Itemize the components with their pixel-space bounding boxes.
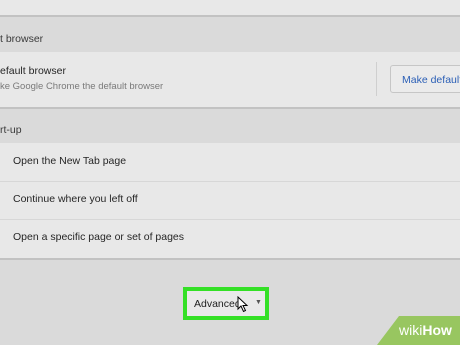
- vertical-divider: [376, 62, 377, 96]
- default-browser-title: efault browser: [0, 65, 66, 77]
- mouse-pointer-icon: [237, 296, 249, 313]
- startup-card: Open the New Tab page Continue where you…: [0, 143, 460, 258]
- watermark-prefix: wiki: [399, 322, 423, 338]
- startup-section-title: rt-up: [0, 124, 22, 136]
- default-browser-section-title: t browser: [0, 33, 44, 45]
- startup-option-continue[interactable]: Continue where you left off: [0, 181, 460, 219]
- startup-option-new-tab[interactable]: Open the New Tab page: [0, 143, 460, 181]
- startup-option-label: Open the New Tab page: [13, 155, 127, 167]
- default-browser-subtitle: ke Google Chrome the default browser: [0, 81, 164, 92]
- card-shadow: [0, 15, 460, 17]
- startup-option-label: Continue where you left off: [13, 193, 138, 205]
- startup-option-specific-pages[interactable]: Open a specific page or set of pages: [0, 219, 460, 257]
- chevron-down-icon: ▼: [255, 299, 262, 306]
- card-shadow: [0, 258, 460, 260]
- default-browser-card: efault browser ke Google Chrome the defa…: [0, 52, 460, 107]
- advanced-button[interactable]: Advanced ▼: [183, 287, 269, 320]
- make-default-button[interactable]: Make default: [390, 65, 460, 93]
- startup-option-label: Open a specific page or set of pages: [13, 231, 185, 243]
- card-shadow: [0, 107, 460, 109]
- advanced-label: Advanced: [194, 298, 241, 310]
- wikihow-watermark: wikiHow: [399, 322, 452, 338]
- watermark-suffix: How: [422, 322, 452, 338]
- settings-card-top: [0, 0, 460, 15]
